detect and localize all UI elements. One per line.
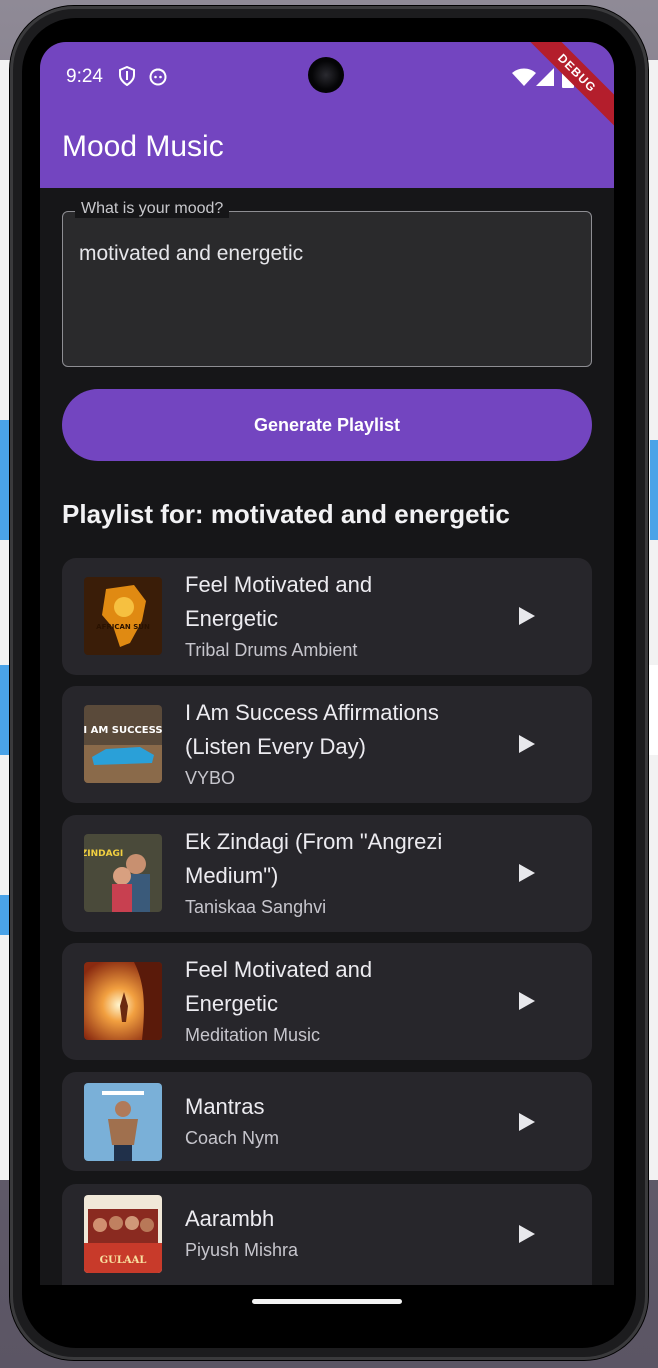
signal-icon <box>536 68 554 91</box>
song-card[interactable]: AFRICAN SUN Feel Motivated and Energetic… <box>62 558 592 675</box>
song-title-line: Energetic <box>185 606 278 631</box>
song-title-line: Feel Motivated and <box>185 572 373 597</box>
wifi-icon <box>512 68 536 91</box>
song-title: I Am Success Affirmations (Listen Every … <box>185 696 485 764</box>
song-card[interactable]: Feel Motivated and Energetic Meditation … <box>62 943 592 1060</box>
background-block <box>648 665 658 755</box>
song-artist: VYBO <box>185 768 236 788</box>
song-artist: Taniskaa Sanghvi <box>185 897 327 917</box>
song-title-line: (Listen Every Day) <box>185 734 366 759</box>
mood-input-label: What is your mood? <box>75 200 230 218</box>
album-art-text: GULAAL <box>100 1255 147 1266</box>
album-art-text: AFRICAN SUN <box>96 623 150 631</box>
album-art <box>84 962 162 1040</box>
album-art: GULAAL <box>84 1195 162 1273</box>
song-title-line: Medium") <box>185 863 279 888</box>
song-title-line: Aarambh <box>185 1206 275 1231</box>
song-artist: Piyush Mishra <box>185 1240 299 1260</box>
shield-icon <box>118 65 136 91</box>
song-artist: Meditation Music <box>185 1025 321 1045</box>
song-title: Aarambh <box>185 1202 485 1236</box>
app-screen: 9:24 DEBUG Mood Music What is your mood?… <box>40 42 614 1318</box>
song-title: Feel Motivated and Energetic <box>185 953 485 1021</box>
song-title: Ek Zindagi (From "Angrezi Medium") <box>185 825 485 893</box>
album-art-text: I AM SUCCESS <box>84 725 162 736</box>
play-icon[interactable] <box>518 734 536 759</box>
play-icon[interactable] <box>518 1112 536 1137</box>
song-title: Feel Motivated and Energetic <box>185 568 485 636</box>
song-title-line: Mantras <box>185 1094 265 1119</box>
background-block <box>0 895 10 935</box>
song-title: Mantras <box>185 1090 485 1124</box>
app-bar: 9:24 DEBUG Mood Music <box>40 42 614 188</box>
song-card[interactable]: Mantras Coach Nym <box>62 1072 592 1171</box>
background-block <box>650 440 658 540</box>
playlist-heading: Playlist for: motivated and energetic <box>62 499 510 529</box>
album-art: AFRICAN SUN <box>84 577 162 655</box>
home-indicator[interactable] <box>252 1299 402 1304</box>
song-card[interactable]: ZINDAGI Ek Zindagi (From "Angrezi Medium… <box>62 815 592 932</box>
album-art: ZINDAGI <box>84 834 162 912</box>
album-art: I AM SUCCESS <box>84 705 162 783</box>
album-art-text: ZINDAGI <box>84 849 123 859</box>
face-icon <box>148 66 168 91</box>
song-title-line: I Am Success Affirmations <box>185 700 439 725</box>
app-title: Mood Music <box>62 130 224 163</box>
song-artist: Coach Nym <box>185 1128 280 1148</box>
play-icon[interactable] <box>518 1224 536 1249</box>
mood-input[interactable]: What is your mood? motivated and energet… <box>62 200 592 367</box>
song-title-line: Ek Zindagi (From "Angrezi <box>185 829 443 854</box>
mood-input-value[interactable]: motivated and energetic <box>79 242 303 266</box>
song-card[interactable]: I AM SUCCESS I Am Success Affirmations (… <box>62 686 592 803</box>
play-icon[interactable] <box>518 863 536 888</box>
song-artist: Tribal Drums Ambient <box>185 640 358 660</box>
song-title-line: Feel Motivated and <box>185 957 373 982</box>
front-camera <box>308 57 344 93</box>
generate-playlist-button[interactable]: Generate Playlist <box>62 389 592 461</box>
album-art <box>84 1083 162 1161</box>
status-time: 9:24 <box>66 66 103 87</box>
play-icon[interactable] <box>518 991 536 1016</box>
song-title-line: Energetic <box>185 991 278 1016</box>
play-icon[interactable] <box>518 606 536 631</box>
background-block <box>0 420 10 540</box>
